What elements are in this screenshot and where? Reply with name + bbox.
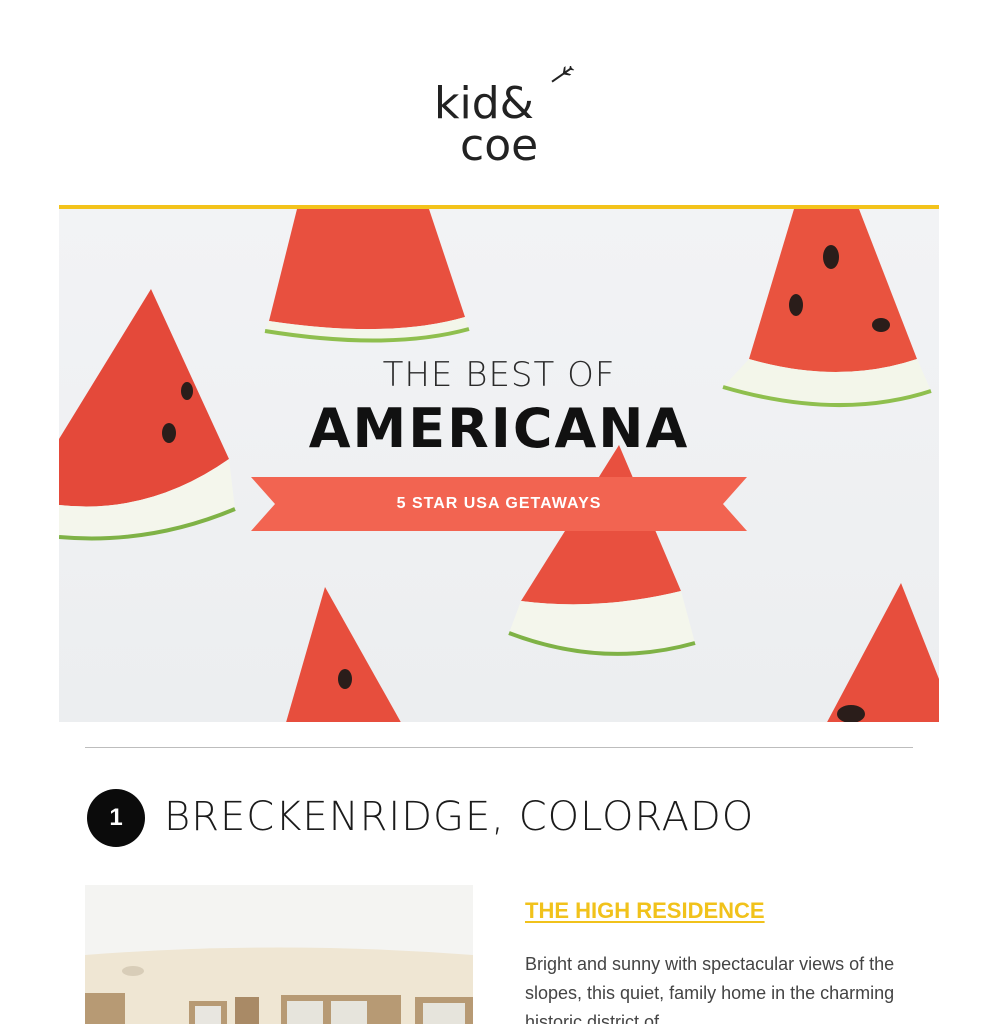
listing-name-link[interactable]: THE HIGH RESIDENCE	[525, 898, 765, 924]
listing-photo[interactable]	[85, 885, 473, 1024]
section-number-badge: 1	[87, 789, 145, 847]
airplane-icon	[551, 64, 575, 83]
ribbon-label: 5 STAR USA GETAWAYS	[396, 495, 602, 512]
hero-subtitle: THE BEST OF	[382, 355, 616, 395]
section-divider	[85, 747, 913, 748]
watermelon-slice	[827, 583, 939, 722]
watermelon-slice	[264, 209, 470, 343]
watermelon-slice	[286, 587, 401, 722]
hero-title: AMERICANA	[308, 397, 690, 460]
watermelon-pattern	[59, 209, 939, 722]
brand-logo[interactable]: kid& coe	[420, 64, 580, 176]
section-title: BRECKENRIDGE, COLORADO	[164, 794, 755, 840]
hero-banner[interactable]: THE BEST OF AMERICANA 5 STAR USA GETAWAY…	[59, 205, 939, 722]
listing-description: Bright and sunny with spectacular views …	[525, 954, 895, 1024]
logo-text-bottom: coe	[460, 120, 538, 171]
